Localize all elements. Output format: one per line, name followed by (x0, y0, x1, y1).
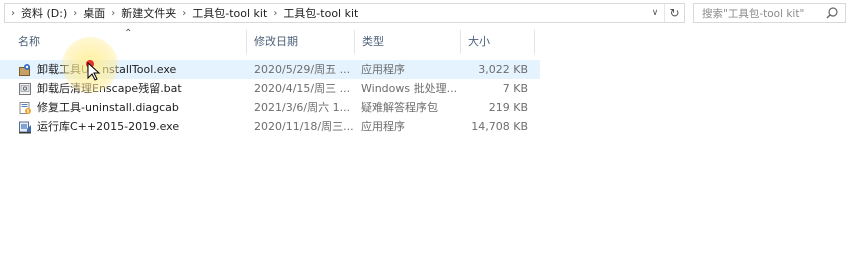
address-history-dropdown-icon[interactable]: ∨ (646, 4, 664, 22)
column-header-type[interactable]: 类型 (356, 30, 460, 54)
search-input[interactable]: 搜索"工具包-tool kit" (693, 3, 846, 23)
address-bar[interactable]: › 资料 (D:) › 桌面 › 新建文件夹 › 工具包-tool kit › … (4, 3, 685, 23)
chevron-right-icon[interactable]: › (5, 8, 21, 19)
file-size: 7 KB (502, 82, 528, 95)
file-date: 2020/4/15/周三 ... (254, 82, 351, 95)
file-size: 219 KB (488, 101, 528, 114)
breadcrumb-drive[interactable]: 资料 (D:) (21, 5, 67, 21)
setup-exe-icon (19, 121, 31, 133)
column-headers: ⌃ 名称 修改日期 类型 大小 (0, 28, 540, 54)
file-name-cell: 修复工具-uninstall.diagcab (18, 98, 244, 117)
column-header-size[interactable]: 大小 (462, 30, 534, 54)
column-header-date[interactable]: 修改日期 (248, 30, 354, 54)
diagcab-icon (19, 101, 31, 114)
file-row[interactable]: 卸载后清理Enscape残留.bat 2020/4/15/周三 ... Wind… (0, 79, 540, 98)
address-bar-row: › 资料 (D:) › 桌面 › 新建文件夹 › 工具包-tool kit › … (0, 0, 853, 26)
column-divider[interactable] (246, 30, 247, 54)
file-row[interactable]: 卸载工具U nstallTool.exe 2020/5/29/周五 ... 应用程… (0, 60, 540, 79)
file-name: 运行库C++2015-2019.exe (37, 120, 180, 133)
file-type: 疑难解答程序包 (361, 101, 438, 114)
search-placeholder: 搜索"工具包-tool kit" (702, 7, 805, 20)
file-name-part: 卸载工具U (37, 63, 90, 76)
breadcrumb: › 资料 (D:) › 桌面 › 新建文件夹 › 工具包-tool kit › … (5, 4, 358, 22)
chevron-right-icon[interactable]: › (267, 8, 283, 19)
installer-icon (19, 63, 30, 76)
file-date: 2020/11/18/周三... (254, 120, 354, 133)
file-date: 2020/5/29/周五 ... (254, 63, 351, 76)
refresh-icon[interactable]: ↻ (664, 4, 684, 22)
file-date: 2021/3/6/周六 1... (254, 101, 351, 114)
column-divider[interactable] (354, 30, 355, 54)
file-type: 应用程序 (361, 120, 405, 133)
file-name-cell: 运行库C++2015-2019.exe (18, 117, 244, 136)
column-divider[interactable] (534, 30, 535, 54)
file-size: 14,708 KB (471, 120, 528, 133)
breadcrumb-desktop[interactable]: 桌面 (83, 5, 105, 21)
column-divider[interactable] (460, 30, 461, 54)
file-name-cell: 卸载后清理Enscape残留.bat (18, 79, 244, 98)
breadcrumb-toolkit-1[interactable]: 工具包-tool kit (192, 5, 267, 21)
file-name-cell: 卸载工具U nstallTool.exe (18, 60, 244, 79)
file-name: 卸载工具U nstallTool.exe (37, 60, 176, 79)
chevron-right-icon[interactable]: › (67, 8, 83, 19)
file-name-part: nstallTool.exe (102, 63, 177, 76)
file-row[interactable]: 运行库C++2015-2019.exe 2020/11/18/周三... 应用程… (0, 117, 540, 136)
search-icon[interactable] (825, 6, 839, 20)
file-size: 3,022 KB (478, 63, 528, 76)
breadcrumb-toolkit-2[interactable]: 工具包-tool kit (283, 5, 358, 21)
batch-file-icon (19, 82, 31, 95)
file-row[interactable]: 修复工具-uninstall.diagcab 2021/3/6/周六 1... … (0, 98, 540, 117)
file-type: Windows 批处理... (361, 82, 458, 95)
column-header-name[interactable]: 名称 (12, 30, 246, 54)
breadcrumb-new-folder[interactable]: 新建文件夹 (121, 5, 176, 21)
file-name: 卸载后清理Enscape残留.bat (37, 82, 182, 95)
file-type: 应用程序 (361, 63, 405, 76)
chevron-right-icon[interactable]: › (176, 8, 192, 19)
file-list: 卸载工具U nstallTool.exe 2020/5/29/周五 ... 应用程… (0, 60, 540, 136)
chevron-right-icon[interactable]: › (105, 8, 121, 19)
file-name: 修复工具-uninstall.diagcab (37, 101, 179, 114)
